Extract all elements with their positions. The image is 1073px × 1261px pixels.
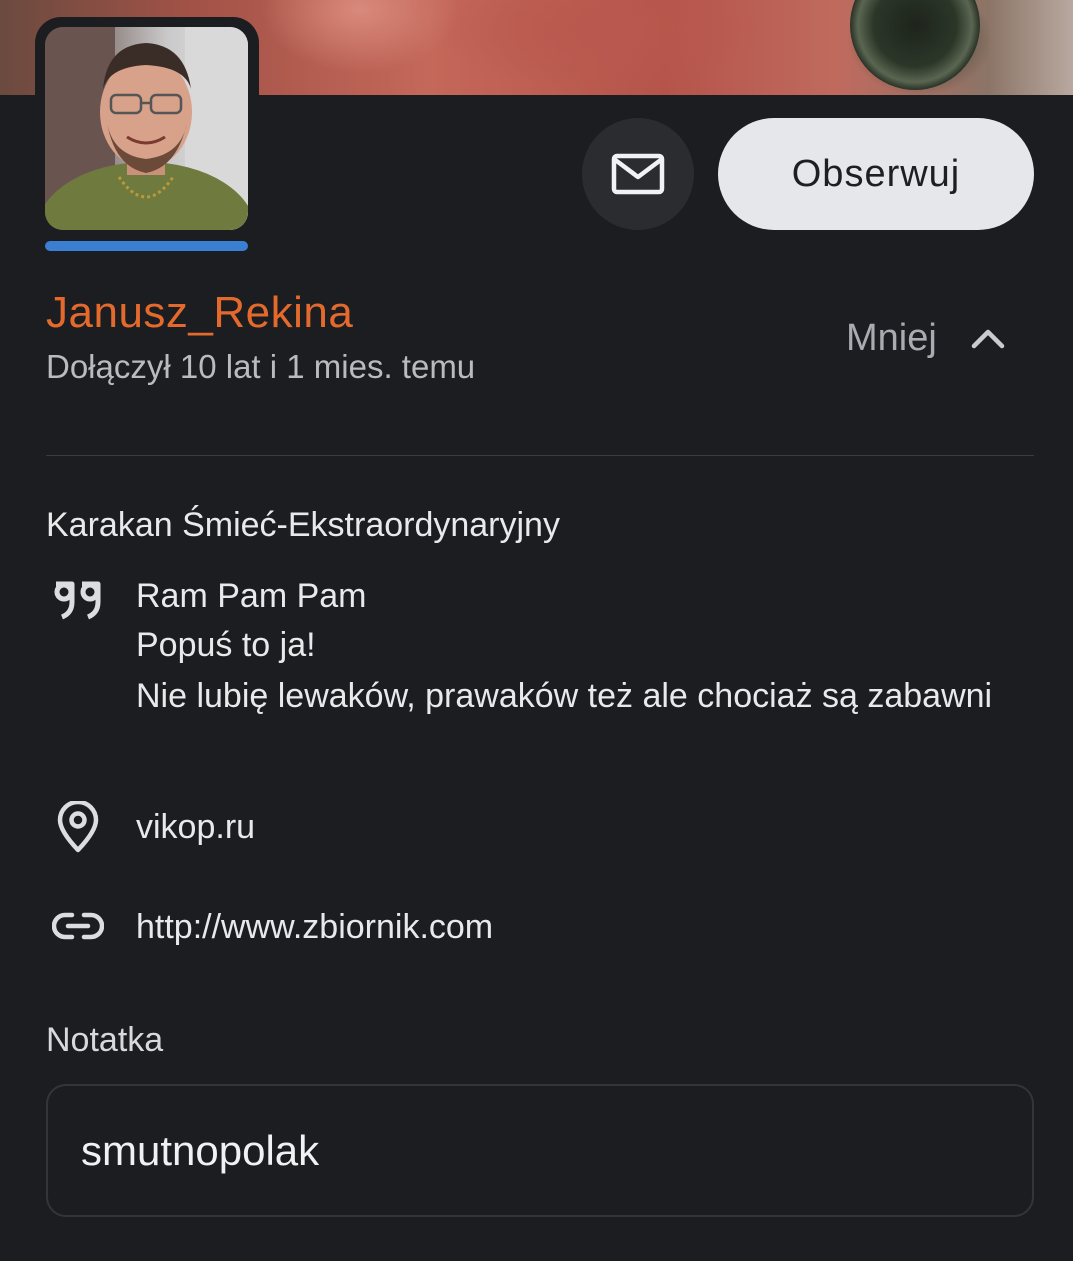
collapse-toggle[interactable]: Mniej <box>846 314 1005 362</box>
username: Janusz_Rekina <box>46 288 354 337</box>
chevron-up-icon <box>971 329 1005 349</box>
bio-line: Nie lubię lewaków, prawaków też ale choc… <box>136 677 993 715</box>
join-date: Dołączył 10 lat i 1 mies. temu <box>46 348 476 385</box>
bio-line: Popuś to ja! <box>136 626 316 664</box>
bio-line: Ram Pam Pam <box>136 577 367 615</box>
user-bio: Ram Pam Pam Popuś to ja! Nie lubię lewak… <box>136 572 1016 718</box>
user-location: vikop.ru <box>136 808 256 846</box>
note-field[interactable]: smutnopolak <box>46 1084 1034 1217</box>
avatar-status-bar <box>45 241 248 251</box>
location-icon-wrap <box>50 801 106 853</box>
link-icon <box>52 912 104 940</box>
quote-icon <box>54 581 101 620</box>
location-pin-icon <box>57 801 99 853</box>
note-label: Notatka <box>46 1021 164 1059</box>
note-value: smutnopolak <box>81 1126 320 1174</box>
send-message-button[interactable] <box>582 118 694 230</box>
avatar[interactable] <box>45 27 248 230</box>
cover-watch-detail <box>850 0 980 90</box>
user-website-link[interactable]: http://www.zbiornik.com <box>136 908 493 947</box>
section-divider <box>46 455 1034 456</box>
bio-icon-wrap <box>50 580 106 620</box>
mail-icon <box>611 153 665 195</box>
collapse-toggle-label: Mniej <box>846 316 937 359</box>
website-icon-wrap <box>50 910 106 942</box>
avatar-photo-icon <box>45 27 248 230</box>
follow-button[interactable]: Obserwuj <box>718 118 1034 230</box>
user-rank: Karakan Śmieć-Ekstraordynaryjny <box>46 506 560 544</box>
